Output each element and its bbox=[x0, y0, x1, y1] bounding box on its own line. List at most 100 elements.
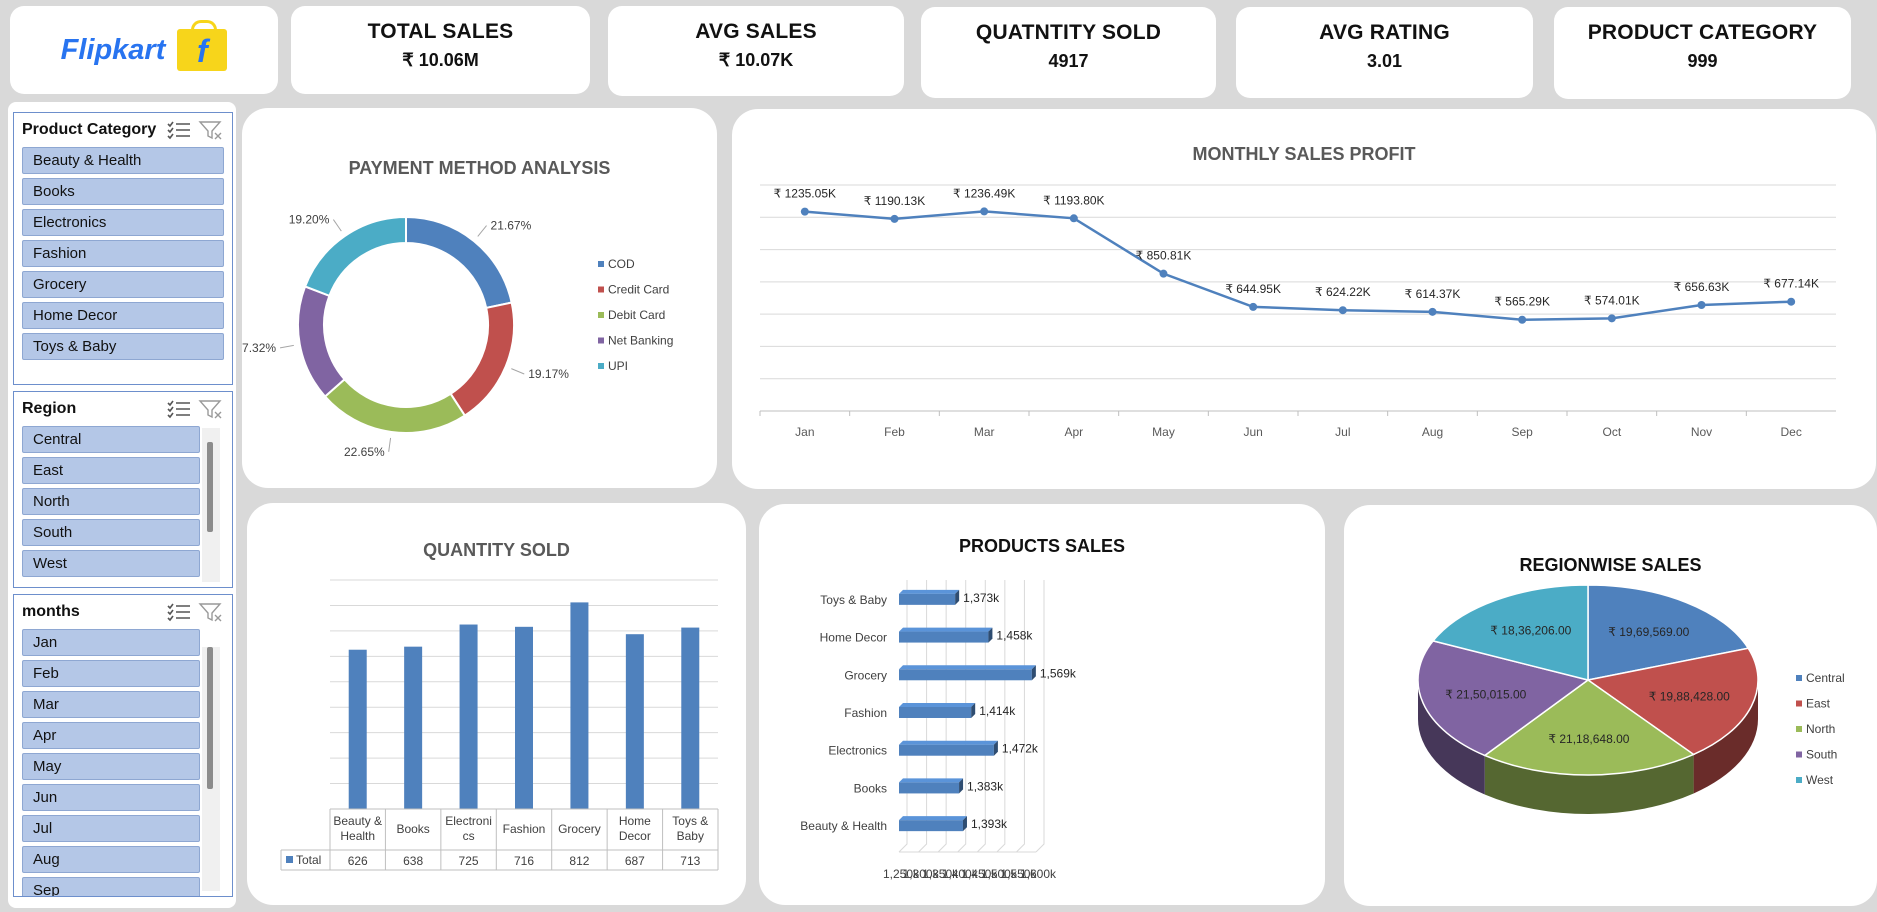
quantity-sold-bar-chart: Beauty &Health 626 Books 638 Electronics 725 F… bbox=[280, 579, 719, 871]
legend-swatch-net-banking bbox=[598, 337, 604, 344]
bar-toys-baby bbox=[681, 627, 700, 809]
data-label: ₹ 644.95K bbox=[1225, 282, 1281, 296]
slicer-item-sep[interactable]: Sep bbox=[22, 877, 200, 896]
multi-select-icon[interactable] bbox=[166, 120, 192, 140]
multi-select-icon[interactable] bbox=[166, 399, 192, 419]
legend-label-cod: COD bbox=[608, 257, 635, 271]
legend-swatch-upi bbox=[598, 363, 604, 369]
regionwise-sales-card: REGIONWISE SALES ₹ 19,69,569.00 ₹ 19,88,4… bbox=[1344, 505, 1877, 906]
clear-filter-icon[interactable] bbox=[198, 399, 224, 419]
slicer-item-fashion[interactable]: Fashion bbox=[22, 240, 224, 267]
leader-line bbox=[332, 219, 342, 232]
slicer-item-jul[interactable]: Jul bbox=[22, 815, 200, 842]
slicer-item-south[interactable]: South bbox=[22, 519, 200, 546]
slicer-item-east[interactable]: East bbox=[22, 457, 200, 484]
table-header: Baby bbox=[677, 829, 704, 843]
slicer-item-apr[interactable]: Apr bbox=[22, 722, 200, 749]
scrollbar-thumb[interactable] bbox=[207, 442, 213, 532]
legend-swatch-north bbox=[1796, 726, 1802, 732]
pie-data-label: ₹ 19,69,569.00 bbox=[1608, 625, 1689, 639]
multi-select-icon[interactable] bbox=[166, 602, 192, 622]
slicer-item-jan[interactable]: Jan bbox=[22, 629, 200, 656]
x-tick-label: Nov bbox=[1691, 425, 1712, 439]
payment-method-card: PAYMENT METHOD ANALYSIS 21.67% 19.17% 22.6… bbox=[242, 108, 717, 488]
kpi-value: ₹ 10.06M bbox=[402, 50, 479, 70]
slicer-item-may[interactable]: May bbox=[22, 753, 200, 780]
slicer-title: Region bbox=[22, 400, 77, 417]
data-label: ₹ 656.63K bbox=[1674, 280, 1730, 294]
pie-data-label: ₹ 18,36,206.00 bbox=[1490, 624, 1571, 638]
clear-filter-icon[interactable] bbox=[198, 602, 224, 622]
slicer-item-north[interactable]: North bbox=[22, 488, 200, 515]
slicer-item-feb[interactable]: Feb bbox=[22, 660, 200, 687]
slicer-item-books[interactable]: Books bbox=[22, 178, 224, 205]
clear-filter-icon[interactable] bbox=[198, 120, 224, 140]
x-tick-label: Oct bbox=[1602, 425, 1621, 439]
kpi-value: 999 bbox=[1687, 51, 1718, 71]
data-label: ₹ 565.29K bbox=[1494, 295, 1550, 309]
kpi-avg-sales: AVG SALES ₹ 10.07K bbox=[608, 6, 904, 96]
products-sales-bar-chart: 1,250k1,300k1,350k1,400k1,450k1,500k1,55… bbox=[800, 580, 1077, 881]
x-tick-label: Jun bbox=[1243, 425, 1262, 439]
quantity-sold-card: QUANTITY SOLD Beauty & Health 626 Books 638 E… bbox=[247, 503, 746, 905]
slicer-product-category: Product Category Beauty & Health Books E… bbox=[13, 112, 233, 385]
data-label: 1,393k bbox=[971, 817, 1008, 831]
bar-top-home-decor bbox=[899, 627, 993, 632]
sales-line bbox=[804, 210, 1792, 321]
slicer-scrollbar[interactable] bbox=[202, 647, 220, 891]
slicer-item-beauty-health[interactable]: Beauty & Health bbox=[22, 147, 224, 174]
x-tick-label: May bbox=[1152, 425, 1175, 439]
slicer-item-electronics[interactable]: Electronics bbox=[22, 209, 224, 236]
products-sales-card: PRODUCTS SALES 1,250k 1,300k 1,350k 1,400k 1… bbox=[759, 504, 1325, 905]
y-tick-label: Fashion bbox=[844, 706, 887, 720]
bar-fashion bbox=[515, 626, 533, 809]
y-tick-label: Electronics bbox=[828, 744, 887, 758]
brand-name: Flipkart bbox=[60, 33, 166, 66]
data-label: 1,458k bbox=[996, 629, 1033, 643]
donut-data-label: 19.20% bbox=[289, 213, 330, 227]
data-label: 1,472k bbox=[1002, 742, 1039, 756]
slicer-item-grocery[interactable]: Grocery bbox=[22, 271, 224, 298]
slicer-header: Region bbox=[14, 392, 232, 426]
kpi-avg-rating: AVG RATING 3.01 bbox=[1236, 7, 1533, 98]
bar-grocery bbox=[570, 602, 589, 809]
slicer-scrollbar[interactable] bbox=[202, 428, 220, 582]
data-label: 1,414k bbox=[979, 704, 1016, 718]
slicer-item-toys-baby[interactable]: Toys & Baby bbox=[22, 333, 224, 360]
slicer-item-jun[interactable]: Jun bbox=[22, 784, 200, 811]
slicer-item-home-decor[interactable]: Home Decor bbox=[22, 302, 224, 329]
slicer-item-mar[interactable]: Mar bbox=[22, 691, 200, 718]
legend-label-total: Total bbox=[296, 853, 321, 867]
data-point-jan bbox=[800, 207, 809, 216]
legend-swatch-south bbox=[1796, 751, 1802, 758]
data-point-nov bbox=[1697, 301, 1706, 310]
donut-slice-net-banking bbox=[297, 285, 346, 398]
scrollbar-thumb[interactable] bbox=[207, 647, 213, 789]
bag-glyph: f bbox=[197, 33, 208, 69]
legend-label-debit-card: Debit Card bbox=[608, 308, 665, 322]
slicer-item-aug[interactable]: Aug bbox=[22, 846, 200, 873]
slicer-item-west[interactable]: West bbox=[22, 550, 200, 577]
slicer-item-central[interactable]: Central bbox=[22, 426, 200, 453]
table-value: 716 bbox=[514, 854, 534, 868]
data-label: 1,383k bbox=[967, 779, 1004, 793]
legend-label-north: North bbox=[1806, 722, 1835, 736]
data-label: 1,373k bbox=[963, 591, 1000, 605]
bar-books bbox=[404, 646, 423, 809]
kpi-title: QUATNTITY SOLD bbox=[975, 21, 1162, 44]
bar-top-fashion bbox=[899, 703, 976, 707]
table-header: cs bbox=[463, 829, 475, 843]
table-header: Books bbox=[396, 822, 429, 836]
data-label: ₹ 614.37K bbox=[1405, 287, 1461, 301]
bar-top-grocery bbox=[899, 665, 1036, 670]
brand-logo-card: Flipkart f bbox=[10, 6, 278, 94]
bar-fashion bbox=[899, 707, 972, 718]
kpi-title: AVG RATING bbox=[1319, 21, 1450, 44]
x-tick-label: Jan bbox=[795, 425, 814, 439]
slicer-region: Region Central East North South West bbox=[13, 391, 233, 588]
pie-data-label: ₹ 21,18,648.00 bbox=[1548, 732, 1629, 746]
bar-books bbox=[899, 782, 960, 794]
table-header: Electroni bbox=[445, 814, 492, 828]
bar-grocery bbox=[899, 669, 1032, 681]
slicer-title: Product Category bbox=[22, 121, 157, 138]
